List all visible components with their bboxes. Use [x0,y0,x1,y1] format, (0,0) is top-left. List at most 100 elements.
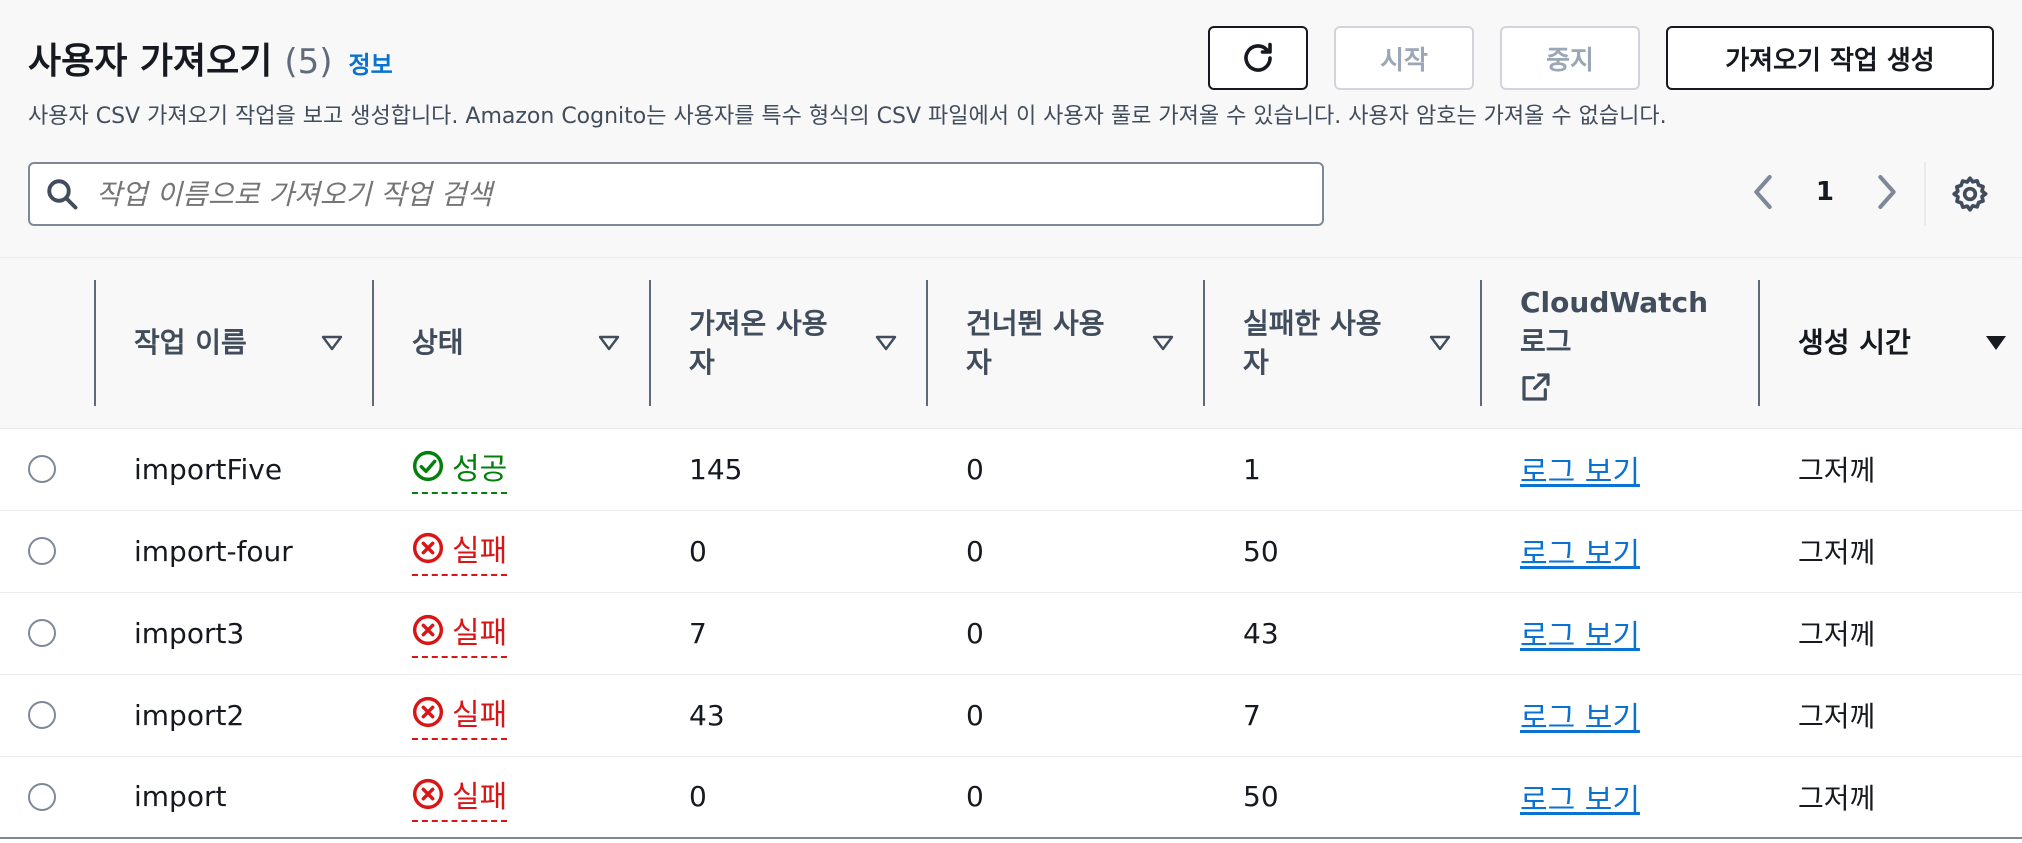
imported-users-cell: 145 [649,427,926,510]
page-title: 사용자 가져오기 [28,41,273,82]
sort-caret-icon [598,335,620,350]
toolbar-divider [1924,162,1926,226]
status-cell: 실패 [372,591,649,674]
column-divider [649,280,651,406]
create-import-job-button[interactable]: 가져오기 작업 생성 [1666,26,1994,90]
row-select-radio[interactable] [28,701,56,729]
created-time-cell: 그저께 [1758,591,2022,674]
refresh-button[interactable] [1208,26,1308,90]
status-cell: 실패 [372,755,649,839]
sort-caret-icon [1152,335,1174,350]
next-page-icon[interactable] [1872,172,1902,212]
status-badge[interactable]: 실패 [412,690,508,740]
header-job-name[interactable]: 작업 이름 [94,258,372,428]
current-page[interactable]: 1 [1816,177,1834,207]
sort-caret-icon [321,335,343,350]
action-bar: 시작 중지 가져오기 작업 생성 [1208,26,1994,90]
view-log-link[interactable]: 로그 보기 [1520,455,1640,490]
status-label: 실패 [452,534,508,569]
import-jobs-table: 작업 이름 상태 가져온 사용자 건너뛴 사용자 실패한 사용자 CloudWa… [0,258,2022,839]
status-badge[interactable]: 실패 [412,772,508,822]
failed-users-cell: 7 [1203,673,1480,756]
row-select-radio[interactable] [28,619,56,647]
cloudwatch-log-cell: 로그 보기 [1480,673,1758,756]
header-label: 가져온 사용자 [689,306,828,379]
status-cell: 실패 [372,509,649,592]
row-select-cell [0,755,94,839]
search-icon [47,179,78,210]
stop-button[interactable]: 중지 [1500,26,1640,90]
status-badge[interactable]: 실패 [412,608,508,658]
job-name-cell: import2 [94,673,372,756]
job-name-cell: import-four [94,509,372,592]
row-select-cell [0,509,94,592]
column-divider [372,280,374,406]
created-time-cell: 그저께 [1758,509,2022,592]
row-select-radio[interactable] [28,455,56,483]
refresh-icon [1244,42,1272,72]
table-row[interactable]: import-four 실패 0 0 50 로그 보기 그저께 [0,509,2022,592]
column-divider [1758,280,1760,406]
gear-icon[interactable] [1950,174,1990,214]
imported-users-cell: 0 [649,755,926,839]
job-name-cell: importFive [94,427,372,510]
header-cloudwatch-log: CloudWatch 로그 [1480,258,1758,428]
header-failed-users[interactable]: 실패한 사용자 [1203,258,1480,428]
job-name-cell: import [94,755,372,839]
header-imported-users[interactable]: 가져온 사용자 [649,258,926,428]
start-button[interactable]: 시작 [1334,26,1474,90]
job-count: (5) [284,42,333,82]
header-label: 상태 [412,326,464,360]
header-label: 작업 이름 [134,326,247,360]
status-success-icon [412,450,444,482]
skipped-users-cell: 0 [926,673,1203,756]
header-label: 생성 시간 [1798,326,1911,360]
view-log-link[interactable]: 로그 보기 [1520,783,1640,818]
table-row[interactable]: importFive 성공 145 0 1 로그 보기 그저께 [0,427,2022,510]
status-label: 실패 [452,698,508,733]
status-error-icon [412,778,444,809]
column-divider [1480,280,1482,406]
search-input[interactable] [96,177,1296,211]
sort-caret-icon [875,335,897,350]
failed-users-cell: 1 [1203,427,1480,510]
column-divider [94,280,96,406]
view-log-link[interactable]: 로그 보기 [1520,619,1640,654]
sort-caret-icon [1429,335,1451,350]
table-row[interactable]: import2 실패 43 0 7 로그 보기 그저께 [0,673,2022,756]
header-skipped-users[interactable]: 건너뛴 사용자 [926,258,1203,428]
table-row[interactable]: import3 실패 7 0 43 로그 보기 그저께 [0,591,2022,674]
status-label: 성공 [452,452,508,487]
table-row[interactable]: import 실패 0 0 50 로그 보기 그저께 [0,755,2022,839]
search-box [28,162,1324,226]
created-time-cell: 그저께 [1758,427,2022,510]
column-divider [926,280,928,406]
previous-page-icon[interactable] [1748,172,1778,212]
header-select [0,258,94,428]
external-link-icon [1522,373,1550,401]
cloudwatch-log-cell: 로그 보기 [1480,427,1758,510]
failed-users-cell: 50 [1203,755,1480,839]
column-divider [1203,280,1205,406]
cloudwatch-log-cell: 로그 보기 [1480,591,1758,674]
status-error-icon [412,532,444,564]
info-link[interactable]: 정보 [349,45,393,80]
cloudwatch-log-cell: 로그 보기 [1480,509,1758,592]
row-select-radio[interactable] [28,782,56,811]
table-header-row: 작업 이름 상태 가져온 사용자 건너뛴 사용자 실패한 사용자 CloudWa… [0,258,2022,428]
view-log-link[interactable]: 로그 보기 [1520,701,1640,736]
skipped-users-cell: 0 [926,427,1203,510]
cloudwatch-log-cell: 로그 보기 [1480,755,1758,839]
header-label: 실패한 사용자 [1243,306,1382,379]
row-select-radio[interactable] [28,537,56,565]
header-label: 건너뛴 사용자 [966,306,1105,379]
status-cell: 성공 [372,427,649,510]
view-log-link[interactable]: 로그 보기 [1520,537,1640,572]
job-name-cell: import3 [94,591,372,674]
status-badge[interactable]: 성공 [412,444,508,494]
header-status[interactable]: 상태 [372,258,649,428]
skipped-users-cell: 0 [926,755,1203,839]
imported-users-cell: 7 [649,591,926,674]
status-badge[interactable]: 실패 [412,526,508,576]
header-created-time[interactable]: 생성 시간 [1758,258,2022,428]
